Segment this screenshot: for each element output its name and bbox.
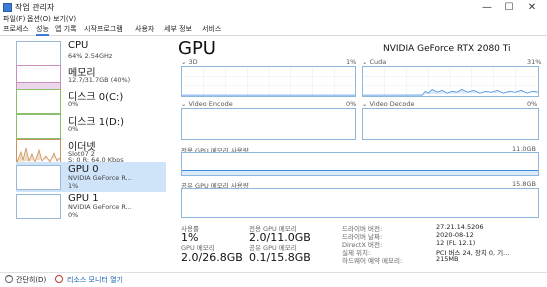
gpu1-thumbnail-graph: [16, 194, 61, 219]
directx-version-value: 12 (FL 12.1): [436, 239, 476, 247]
sidebar-item-label: CPU: [68, 40, 89, 51]
driver-date-value: 2020-08-12: [436, 231, 474, 239]
shared-memory-stat-value: 0.1/15.8GB: [249, 251, 311, 264]
engine-video-encode-pct: 0%: [346, 100, 357, 108]
task-manager-icon: [3, 3, 12, 12]
shared-memory-graph: [181, 188, 539, 218]
engine-video-decode-pct: 0%: [527, 100, 538, 108]
window-title: 작업 관리자: [15, 3, 55, 12]
sidebar-item-detail: NVIDIA GeForce R...: [68, 203, 132, 211]
sidebar-item-detail-2: 0%: [68, 211, 79, 219]
sidebar-item-detail-2: 1%: [68, 182, 79, 190]
maximize-button[interactable]: ☐: [498, 1, 520, 15]
sidebar-item-detail: 0%: [68, 100, 79, 108]
engine-video-encode-label[interactable]: ⌄ Video Encode: [181, 100, 233, 108]
sidebar-item-detail: 0%: [68, 125, 79, 133]
tab-performance[interactable]: 성능: [36, 24, 49, 36]
engine-video-decode-label[interactable]: ⌄ Video Decode: [362, 100, 414, 108]
graph-grid: [182, 67, 355, 96]
close-button[interactable]: ✕: [521, 1, 543, 15]
engine-cuda-pct: 31%: [527, 58, 542, 66]
engine-video-decode-graph: [362, 108, 539, 140]
gpu-model-name: NVIDIA GeForce RTX 2080 Ti: [383, 44, 511, 54]
engine-cuda-label[interactable]: ⌄ Cuda: [362, 58, 386, 66]
page-title: GPU: [178, 38, 216, 59]
hardware-reserved-memory-label: 하드웨어 예약 메모리:: [342, 257, 403, 265]
driver-version-value: 27.21.14.5206: [436, 223, 484, 231]
tab-users[interactable]: 사용자: [135, 24, 154, 34]
tab-startup[interactable]: 시작프로그램: [84, 24, 123, 34]
engine-cuda-graph: [362, 66, 539, 97]
tab-bar: 프로세스 성능 앱 기록 시작프로그램 사용자 세부 정보 서비스: [0, 23, 547, 36]
fewer-details-button[interactable]: 간단히(D): [16, 275, 46, 285]
open-resource-monitor-link[interactable]: 리소스 모니터 열기: [67, 275, 123, 285]
engine-3d-label[interactable]: ⌄ 3D: [181, 58, 198, 66]
shared-memory-max: 15.8GB: [512, 180, 536, 188]
sidebar-item-detail: 64% 2.54GHz: [68, 52, 113, 60]
gpu-memory-value: 2.0/26.8GB: [181, 251, 243, 264]
sidebar-item-gpu-1[interactable]: GPU 1 NVIDIA GeForce R... 0%: [16, 191, 166, 221]
tab-processes[interactable]: 프로세스: [3, 24, 29, 34]
hardware-reserved-memory-value: 215MB: [436, 255, 459, 263]
graph-grid: [363, 67, 538, 96]
resource-monitor-icon[interactable]: [55, 275, 63, 283]
sidebar-item-detail: NVIDIA GeForce R...: [68, 174, 132, 182]
tab-details[interactable]: 세부 정보: [164, 24, 192, 34]
sidebar-item-detail: 12.7/31.7GB (40%): [68, 76, 131, 84]
title-bar: [0, 0, 547, 16]
tab-services[interactable]: 서비스: [202, 24, 221, 34]
engine-3d-graph: [181, 66, 356, 97]
minimize-button[interactable]: —: [476, 1, 498, 15]
ethernet-sparkline: [17, 147, 60, 163]
engine-video-encode-graph: [181, 108, 356, 140]
chevron-up-icon[interactable]: ^: [5, 275, 13, 283]
tab-app-history[interactable]: 앱 기록: [55, 24, 77, 34]
gpu0-thumbnail-graph: [16, 165, 61, 190]
sidebar-item-gpu-0[interactable]: GPU 0 NVIDIA GeForce R... 1%: [16, 162, 166, 192]
engine-3d-pct: 1%: [346, 58, 357, 66]
dedicated-memory-graph: [181, 152, 539, 176]
ethernet-thumbnail-graph: [16, 139, 61, 164]
dedicated-memory-fill: [182, 170, 538, 175]
